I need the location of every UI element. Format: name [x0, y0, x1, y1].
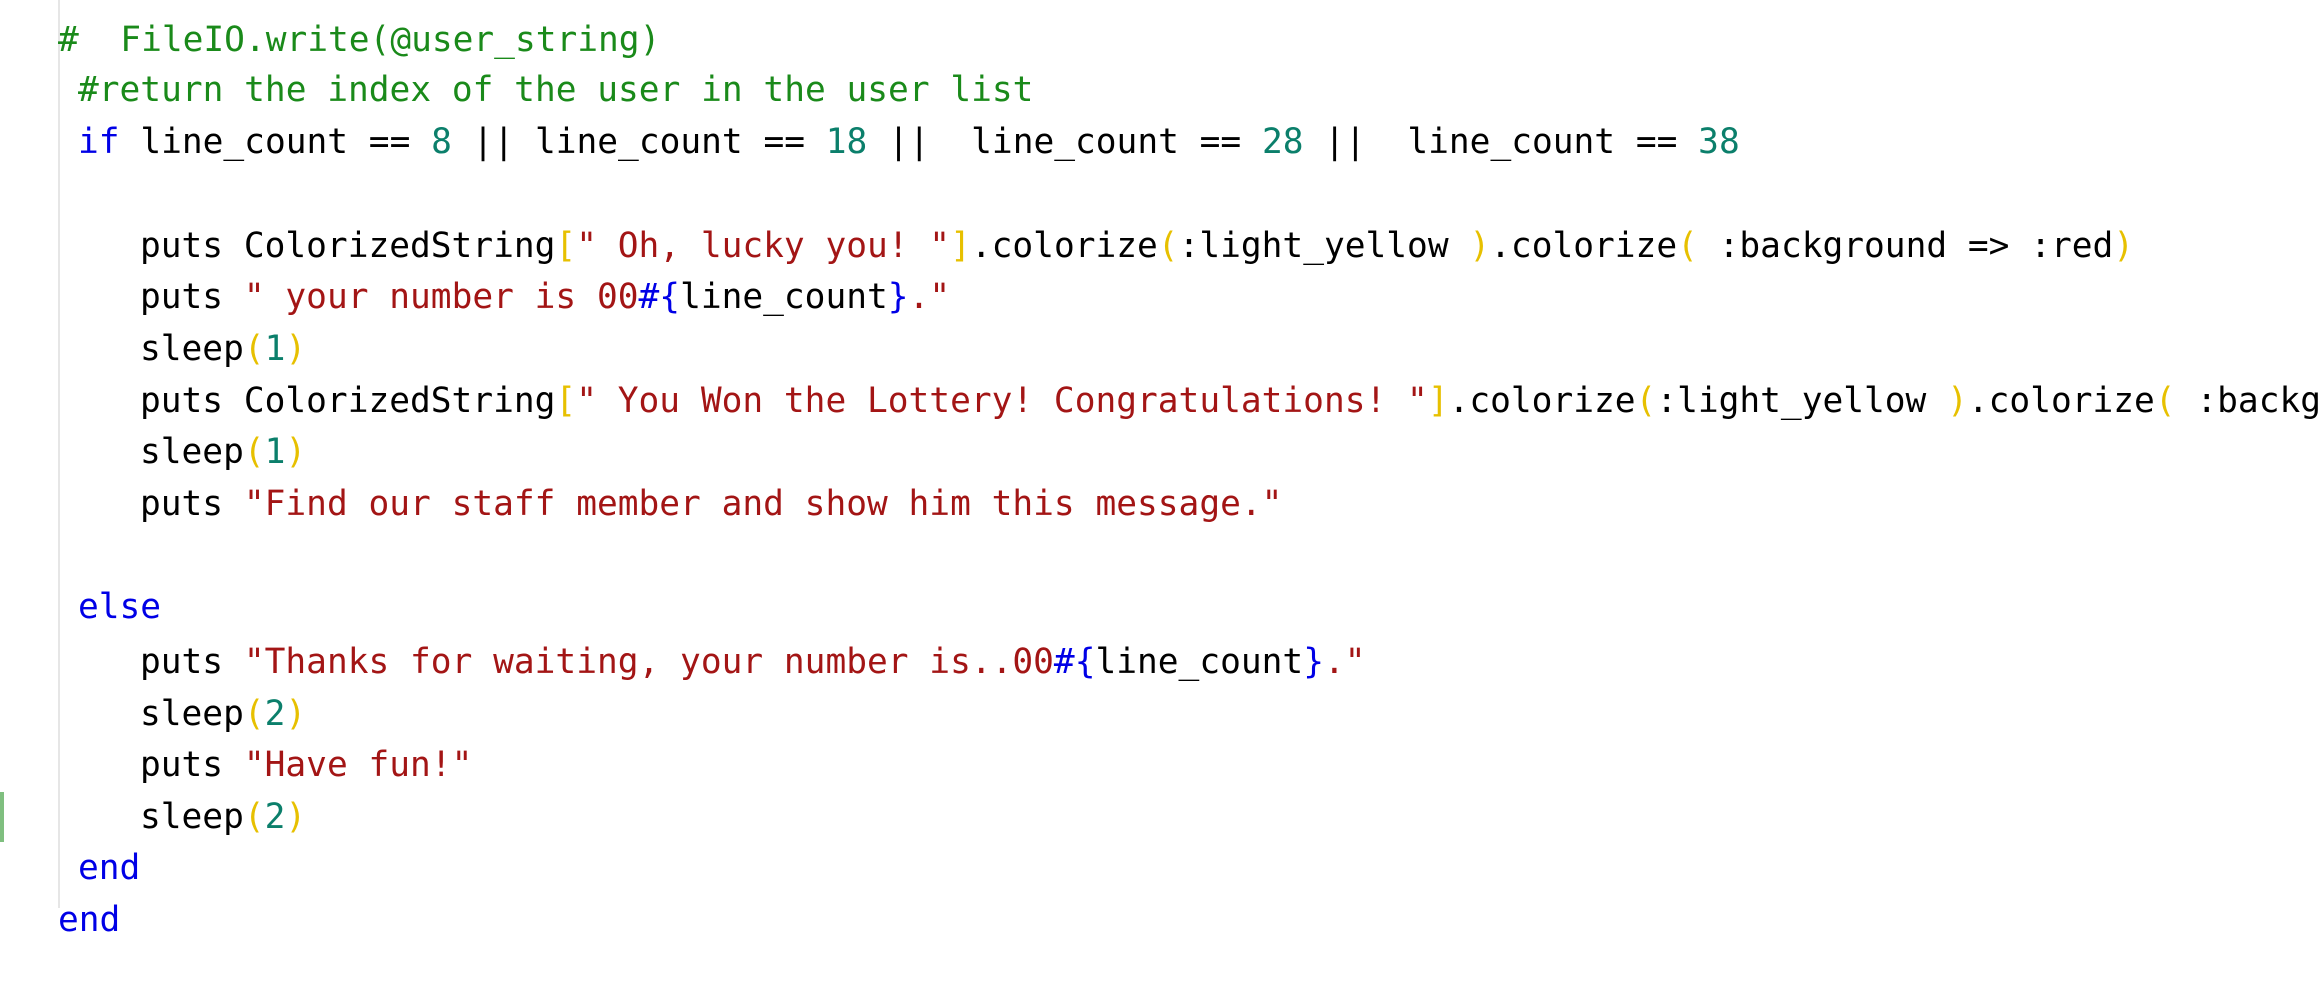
keyword-token: else — [78, 587, 162, 627]
bracket-token: ) — [285, 329, 307, 369]
code-line[interactable]: puts "Thanks for waiting, your number is… — [140, 636, 1366, 688]
code-line[interactable]: end — [58, 894, 120, 946]
comment-token: # FileIO.write(@user_string) — [58, 20, 661, 60]
keyword-token: } — [1303, 642, 1324, 682]
bracket-token: ) — [1947, 381, 1968, 421]
code-token: :background => :red — [1697, 226, 2114, 266]
string-token: ." — [908, 277, 951, 317]
code-line[interactable]: puts ColorizedString[" Oh, lucky you! "]… — [140, 220, 2134, 272]
code-token: .colorize — [970, 226, 1158, 266]
bracket-token: ( — [1635, 381, 1657, 421]
bracket-token: ) — [285, 432, 307, 472]
string-token: ." — [1323, 642, 1366, 682]
code-token: puts — [140, 484, 244, 524]
code-line[interactable]: else — [78, 581, 161, 633]
bracket-token: [ — [555, 226, 577, 266]
bracket-token: ) — [285, 797, 307, 837]
string-token: " You Won the Lottery! Congratulations! … — [576, 381, 1428, 421]
code-token: puts — [140, 642, 244, 682]
bracket-token: ( — [243, 329, 265, 369]
string-token: " your number is 00 — [243, 277, 639, 317]
keyword-token: end — [58, 900, 121, 940]
bracket-token: ( — [243, 797, 265, 837]
bracket-token: ( — [243, 432, 265, 472]
bracket-token: ( — [243, 694, 265, 734]
bracket-token: ( — [1157, 226, 1179, 266]
string-token: "Thanks for waiting, your number is..00 — [243, 642, 1054, 682]
keyword-token: #{ — [1053, 642, 1096, 682]
code-line[interactable]: puts " your number is 00#{line_count}." — [140, 271, 950, 323]
code-line[interactable]: sleep(2) — [140, 688, 306, 740]
code-line[interactable]: sleep(1) — [140, 426, 306, 478]
code-token: puts ColorizedString — [140, 226, 556, 266]
code-token: .colorize — [1967, 381, 2155, 421]
keyword-token: end — [78, 848, 141, 888]
code-token: sleep — [140, 432, 244, 472]
indent-guide — [58, 0, 60, 908]
bracket-token: ( — [2154, 381, 2176, 421]
string-token: " Oh, lucky you! " — [576, 226, 951, 266]
code-line[interactable]: end — [78, 842, 140, 894]
code-line[interactable]: sleep(2) — [140, 791, 306, 843]
bracket-token: ) — [1469, 226, 1491, 266]
code-token: .colorize — [1448, 381, 1636, 421]
number-token: 2 — [264, 694, 286, 734]
string-token: "Have fun!" — [243, 745, 473, 785]
code-token: line_count — [1095, 642, 1304, 682]
code-token: || line_count == — [451, 122, 826, 162]
comment-token: #return the index of the user in the use… — [78, 70, 1034, 110]
bracket-token: ] — [950, 226, 971, 266]
keyword-token: #{ — [638, 277, 681, 317]
code-line[interactable]: puts "Find our staff member and show him… — [140, 478, 1282, 530]
code-line[interactable]: sleep(1) — [140, 323, 306, 375]
bracket-token: ) — [285, 694, 307, 734]
keyword-token: } — [887, 277, 909, 317]
code-token: :light_yellow — [1656, 381, 1948, 421]
code-token: sleep — [140, 797, 244, 837]
code-token: .colorize — [1490, 226, 1678, 266]
bracket-token: [ — [555, 381, 577, 421]
bracket-token: ) — [2113, 226, 2135, 266]
number-token: 18 — [825, 122, 868, 162]
code-token: :light_yellow — [1178, 226, 1470, 266]
code-token: sleep — [140, 329, 244, 369]
code-line[interactable]: #return the index of the user in the use… — [78, 64, 1033, 116]
bracket-token: ( — [1677, 226, 1698, 266]
code-token: puts ColorizedString — [140, 381, 556, 421]
keyword-token: if — [78, 122, 120, 162]
string-token: "Find our staff member and show him this… — [243, 484, 1283, 524]
code-line[interactable]: # FileIO.write(@user_string) — [58, 14, 660, 66]
number-token: 8 — [431, 122, 452, 162]
code-token: sleep — [140, 694, 244, 734]
code-token: puts — [140, 745, 244, 785]
code-token: line_count — [680, 277, 888, 317]
code-editor[interactable]: # FileIO.write(@user_string) #return the… — [0, 0, 2318, 982]
number-token: 38 — [1698, 122, 1740, 162]
code-line[interactable]: if line_count == 8 || line_count == 18 |… — [78, 116, 1740, 168]
bracket-token: ] — [1427, 381, 1449, 421]
code-token: :backg — [2175, 381, 2318, 421]
code-line[interactable]: puts "Have fun!" — [140, 739, 472, 791]
changed-line-marker — [0, 792, 4, 842]
number-token: 2 — [264, 797, 286, 837]
code-token: || line_count == — [1303, 122, 1699, 162]
code-token: || line_count == — [867, 122, 1262, 162]
number-token: 1 — [264, 329, 286, 369]
number-token: 1 — [264, 432, 286, 472]
code-line[interactable]: puts ColorizedString[" You Won the Lotte… — [140, 375, 2318, 427]
code-token: puts — [140, 277, 244, 317]
number-token: 28 — [1261, 122, 1304, 162]
code-token: line_count == — [119, 122, 432, 162]
